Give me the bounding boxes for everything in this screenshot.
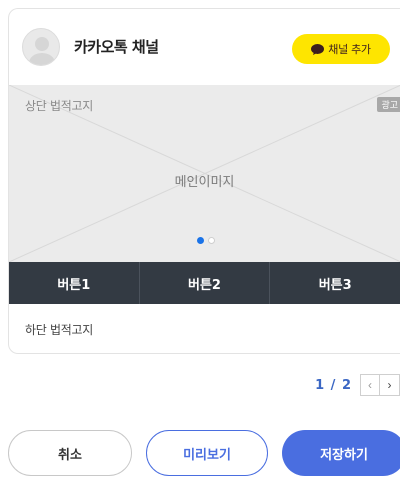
legal-notice-top: 상단 법적고지 — [25, 99, 93, 113]
legal-notice-bottom: 하단 법적고지 — [25, 323, 93, 337]
page-indicator: 1 / 2 — [315, 377, 352, 393]
channel-add-button[interactable]: 채널 추가 — [292, 34, 390, 64]
preview-button[interactable]: 미리보기 — [146, 430, 268, 476]
kakaotalk-icon — [311, 43, 325, 55]
carousel-dot[interactable] — [208, 237, 215, 244]
default-profile-icon — [29, 37, 55, 65]
message-button-1[interactable]: 버튼1 — [9, 262, 140, 304]
channel-name: 카카오톡 채널 — [74, 38, 159, 56]
ad-badge: 광고 — [377, 97, 400, 112]
main-image-label: 메인이미지 — [174, 175, 235, 190]
carousel-dot-active[interactable] — [197, 237, 204, 244]
pagination: 1 / 2 ‹ › — [315, 374, 400, 396]
chevron-right-icon: › — [387, 378, 392, 392]
channel-add-label: 채널 추가 — [328, 43, 371, 56]
save-button[interactable]: 저장하기 — [282, 430, 400, 476]
next-page-button[interactable]: › — [380, 374, 400, 396]
cancel-button[interactable]: 취소 — [8, 430, 132, 476]
prev-page-button[interactable]: ‹ — [360, 374, 380, 396]
carousel-indicator — [197, 237, 215, 244]
message-button-bar: 버튼1 버튼2 버튼3 — [9, 262, 400, 304]
main-image-placeholder[interactable]: 상단 법적고지 광고 메인이미지 — [9, 85, 400, 262]
chevron-left-icon: ‹ — [368, 378, 372, 392]
message-preview-card: 카카오톡 채널 채널 추가 상단 법적고지 광고 메인이미지 버튼1 버튼2 버… — [8, 8, 400, 354]
channel-avatar — [22, 28, 60, 66]
message-button-2[interactable]: 버튼2 — [140, 262, 271, 304]
card-header: 카카오톡 채널 채널 추가 — [9, 9, 400, 85]
message-button-3[interactable]: 버튼3 — [270, 262, 400, 304]
